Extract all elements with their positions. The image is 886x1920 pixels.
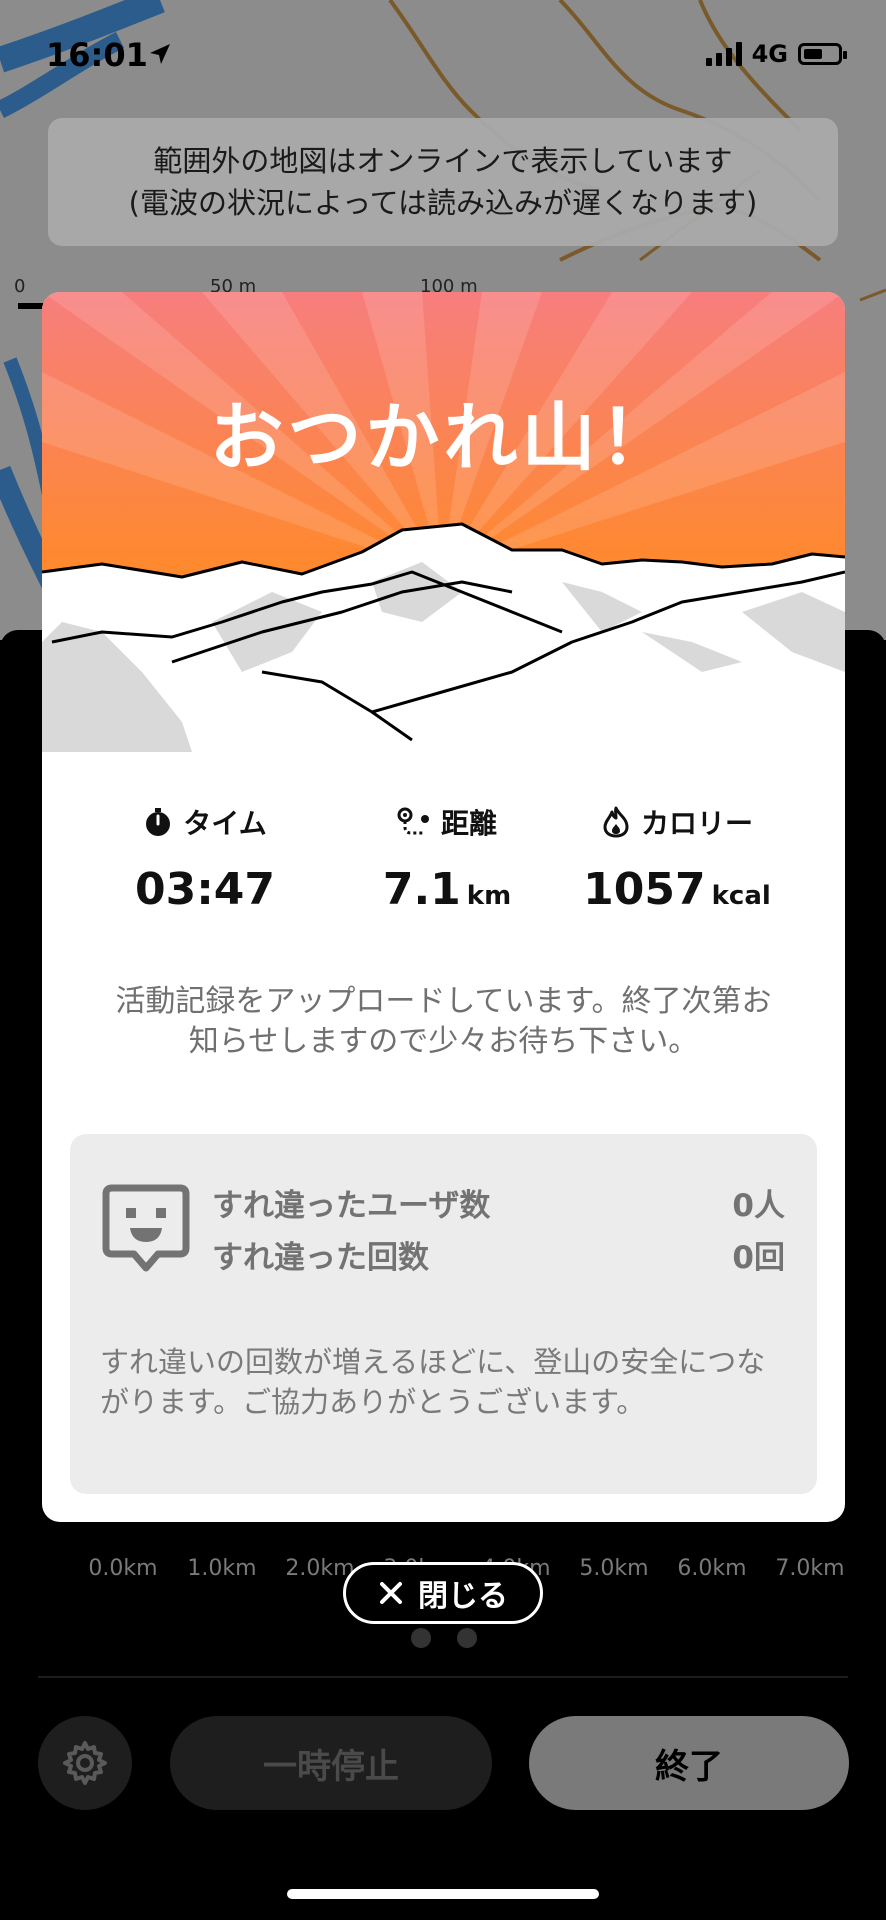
divider [38, 1676, 848, 1678]
axis-tick-label: 2.0km [285, 1556, 355, 1581]
page-dot [457, 1628, 477, 1648]
stat-calories-unit: kcal [711, 881, 771, 911]
axis-tick-label: 1.0km [187, 1556, 257, 1581]
stat-distance: 距離 7.1 km [352, 802, 542, 915]
modal-title: おつかれ山！ [209, 395, 678, 481]
gear-icon [63, 1741, 107, 1785]
stat-distance-value: 7.1 [382, 864, 461, 915]
encounter-panel: すれ違ったユーザ数 0人 すれ違った回数 0回 すれ違いの回数が増えるほどに、登… [70, 1134, 817, 1494]
encounter-face-icon [102, 1184, 190, 1272]
offline-notice-line2: (電波の状況によっては読み込みが遅くなります) [128, 186, 758, 220]
result-modal: おつかれ山！ タイム 03:47 距離 7.1 km カロリー 1057 kca… [42, 292, 845, 1522]
stat-distance-label: 距離 [440, 807, 497, 840]
flame-icon [603, 806, 629, 838]
page-indicator [411, 1628, 477, 1648]
stat-distance-unit: km [466, 881, 512, 911]
stat-time-value: 03:47 [134, 864, 276, 915]
scale-label: 0 [14, 276, 26, 297]
pause-button[interactable]: 一時停止 [170, 1716, 492, 1810]
stopwatch-icon [146, 808, 171, 836]
encounter-count-label: すれ違った回数 [212, 1240, 429, 1276]
axis-tick-label: 0.0km [88, 1556, 158, 1581]
status-time: 16:01 [46, 36, 148, 74]
settings-button[interactable] [38, 1716, 132, 1810]
encounter-users-label: すれ違ったユーザ数 [212, 1188, 491, 1224]
stat-calories: カロリー 1057 kcal [562, 802, 792, 915]
offline-map-notice: 範囲外の地図はオンラインで表示しています (電波の状況によっては読み込みが遅くな… [48, 118, 838, 246]
close-button[interactable]: 閉じる [343, 1562, 543, 1624]
stat-time: タイム 03:47 [110, 802, 300, 915]
offline-notice-line1: 範囲外の地図はオンラインで表示しています [153, 144, 733, 178]
close-icon [380, 1582, 402, 1604]
route-icon [397, 807, 429, 835]
home-indicator[interactable] [287, 1889, 599, 1899]
encounter-note: すれ違いの回数が増えるほどに、登山の安全につながります。ご協力ありがとうございま… [100, 1345, 766, 1419]
stat-calories-value: 1057 [583, 864, 706, 915]
end-button-label: 終了 [655, 1746, 723, 1787]
network-type: 4G [751, 40, 788, 68]
stat-time-label: タイム [183, 807, 267, 840]
axis-tick-label: 6.0km [677, 1556, 747, 1581]
status-bar: 16:01 4G [0, 0, 886, 110]
modal-header: おつかれ山！ [42, 292, 845, 752]
mountain-illustration [42, 292, 845, 752]
axis-tick-label: 7.0km [775, 1556, 845, 1581]
page-dot [411, 1628, 431, 1648]
encounter-users-value: 0人 [732, 1188, 785, 1224]
encounter-count-value: 0回 [732, 1240, 785, 1276]
stat-calories-label: カロリー [640, 807, 753, 840]
axis-tick-label: 5.0km [579, 1556, 649, 1581]
signal-icon [705, 42, 742, 66]
close-button-label: 閉じる [418, 1579, 508, 1614]
end-button[interactable]: 終了 [529, 1716, 849, 1810]
status-indicators: 4G [705, 40, 847, 68]
upload-message: 活動記録をアップロードしています。終了次第お知らせしますので少々お待ち下さい。 [115, 984, 772, 1059]
battery-icon [798, 43, 847, 65]
pause-button-label: 一時停止 [263, 1746, 399, 1787]
location-arrow-icon [150, 44, 170, 64]
